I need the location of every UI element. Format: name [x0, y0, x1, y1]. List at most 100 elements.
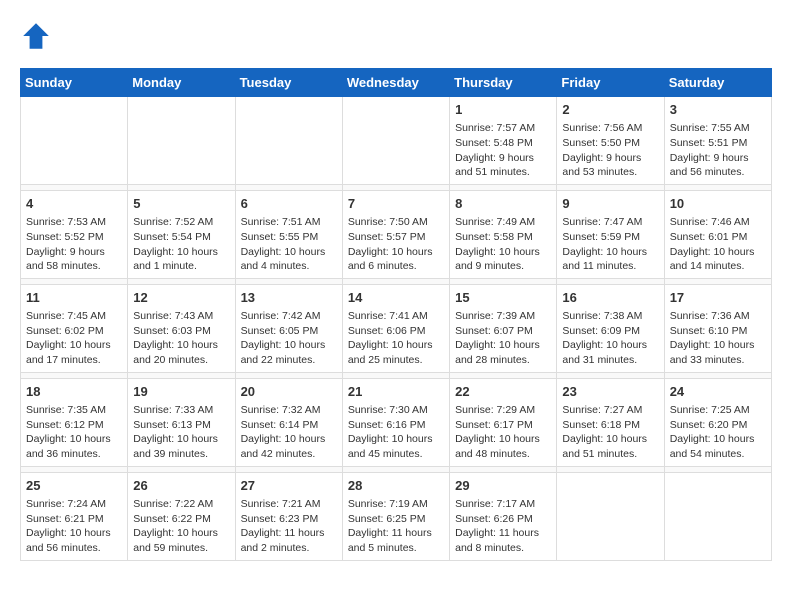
day-info: Sunrise: 7:56 AM Sunset: 5:50 PM Dayligh… [562, 121, 658, 180]
day-number: 21 [348, 383, 444, 401]
day-cell: 29Sunrise: 7:17 AM Sunset: 6:26 PM Dayli… [450, 472, 557, 560]
day-cell: 15 Sunrise: 7:39 AM Sunset: 6:07 PM Dayli… [450, 284, 557, 372]
week-row-1: 4 Sunrise: 7:53 AM Sunset: 5:52 PM Daylig… [21, 190, 772, 278]
day-number: 12 [133, 289, 229, 307]
day-info: Sunrise: 7:32 AM Sunset: 6:14 PM Dayligh… [241, 403, 337, 462]
calendar-header: Sunday Monday Tuesday Wednesday Thursday… [21, 69, 772, 97]
day-info: Sunrise: 7:46 AM Sunset: 6:01 PM Dayligh… [670, 215, 766, 274]
col-wednesday: Wednesday [342, 69, 449, 97]
day-info: Sunrise: 7:30 AM Sunset: 6:16 PM Dayligh… [348, 403, 444, 462]
day-info: Sunrise: 7:50 AM Sunset: 5:57 PM Dayligh… [348, 215, 444, 274]
day-info: Sunrise: 7:38 AM Sunset: 6:09 PM Dayligh… [562, 309, 658, 368]
day-info: Sunrise: 7:47 AM Sunset: 5:59 PM Dayligh… [562, 215, 658, 274]
day-info: Sunrise: 7:45 AM Sunset: 6:02 PM Dayligh… [26, 309, 122, 368]
day-info: Sunrise: 7:35 AM Sunset: 6:12 PM Dayligh… [26, 403, 122, 462]
day-info: Sunrise: 7:41 AM Sunset: 6:06 PM Dayligh… [348, 309, 444, 368]
day-number: 10 [670, 195, 766, 213]
day-info: Sunrise: 7:29 AM Sunset: 6:17 PM Dayligh… [455, 403, 551, 462]
day-cell: 9 Sunrise: 7:47 AM Sunset: 5:59 PM Daylig… [557, 190, 664, 278]
day-cell: 8 Sunrise: 7:49 AM Sunset: 5:58 PM Daylig… [450, 190, 557, 278]
day-number: 3 [670, 101, 766, 119]
logo-icon [20, 20, 52, 52]
day-cell [21, 97, 128, 185]
day-cell: 7 Sunrise: 7:50 AM Sunset: 5:57 PM Daylig… [342, 190, 449, 278]
day-cell: 18Sunrise: 7:35 AM Sunset: 6:12 PM Dayli… [21, 378, 128, 466]
day-info: Sunrise: 7:17 AM Sunset: 6:26 PM Dayligh… [455, 497, 551, 556]
day-number: 17 [670, 289, 766, 307]
day-cell: 25 Sunrise: 7:24 AM Sunset: 6:21 PM Dayli… [21, 472, 128, 560]
day-cell: 2 Sunrise: 7:56 AM Sunset: 5:50 PM Daylig… [557, 97, 664, 185]
day-cell: 19 Sunrise: 7:33 AM Sunset: 6:13 PM Dayli… [128, 378, 235, 466]
day-cell: 28Sunrise: 7:19 AM Sunset: 6:25 PM Dayli… [342, 472, 449, 560]
day-cell: 16 Sunrise: 7:38 AM Sunset: 6:09 PM Dayli… [557, 284, 664, 372]
day-number: 27 [241, 477, 337, 495]
day-cell: 26 Sunrise: 7:22 AM Sunset: 6:22 PM Dayli… [128, 472, 235, 560]
day-cell: 20 Sunrise: 7:32 AM Sunset: 6:14 PM Dayli… [235, 378, 342, 466]
day-number: 4 [26, 195, 122, 213]
day-cell: 12Sunrise: 7:43 AM Sunset: 6:03 PM Dayli… [128, 284, 235, 372]
day-cell: 6Sunrise: 7:51 AM Sunset: 5:55 PM Daylig… [235, 190, 342, 278]
day-number: 1 [455, 101, 551, 119]
day-info: Sunrise: 7:39 AM Sunset: 6:07 PM Dayligh… [455, 309, 551, 368]
day-cell [235, 97, 342, 185]
week-row-4: 25 Sunrise: 7:24 AM Sunset: 6:21 PM Dayli… [21, 472, 772, 560]
calendar-table: Sunday Monday Tuesday Wednesday Thursday… [20, 68, 772, 561]
day-cell: 27 Sunrise: 7:21 AM Sunset: 6:23 PM Dayli… [235, 472, 342, 560]
day-info: Sunrise: 7:57 AM Sunset: 5:48 PM Dayligh… [455, 121, 551, 180]
day-number: 2 [562, 101, 658, 119]
day-number: 8 [455, 195, 551, 213]
col-friday: Friday [557, 69, 664, 97]
day-cell: 13 Sunrise: 7:42 AM Sunset: 6:05 PM Dayli… [235, 284, 342, 372]
day-info: Sunrise: 7:22 AM Sunset: 6:22 PM Dayligh… [133, 497, 229, 556]
day-cell [128, 97, 235, 185]
day-info: Sunrise: 7:36 AM Sunset: 6:10 PM Dayligh… [670, 309, 766, 368]
day-cell: 5Sunrise: 7:52 AM Sunset: 5:54 PM Daylig… [128, 190, 235, 278]
logo [20, 20, 56, 52]
day-info: Sunrise: 7:55 AM Sunset: 5:51 PM Dayligh… [670, 121, 766, 180]
day-number: 20 [241, 383, 337, 401]
day-cell [342, 97, 449, 185]
col-monday: Monday [128, 69, 235, 97]
day-cell: 4 Sunrise: 7:53 AM Sunset: 5:52 PM Daylig… [21, 190, 128, 278]
day-info: Sunrise: 7:25 AM Sunset: 6:20 PM Dayligh… [670, 403, 766, 462]
day-cell [557, 472, 664, 560]
day-cell: 10 Sunrise: 7:46 AM Sunset: 6:01 PM Dayli… [664, 190, 771, 278]
day-info: Sunrise: 7:49 AM Sunset: 5:58 PM Dayligh… [455, 215, 551, 274]
day-number: 24 [670, 383, 766, 401]
day-cell: 21 Sunrise: 7:30 AM Sunset: 6:16 PM Dayli… [342, 378, 449, 466]
day-cell: 22 Sunrise: 7:29 AM Sunset: 6:17 PM Dayli… [450, 378, 557, 466]
day-number: 16 [562, 289, 658, 307]
col-thursday: Thursday [450, 69, 557, 97]
day-number: 19 [133, 383, 229, 401]
week-row-2: 11 Sunrise: 7:45 AM Sunset: 6:02 PM Dayli… [21, 284, 772, 372]
day-cell: 24 Sunrise: 7:25 AM Sunset: 6:20 PM Dayli… [664, 378, 771, 466]
day-number: 13 [241, 289, 337, 307]
day-number: 22 [455, 383, 551, 401]
day-cell: 3 Sunrise: 7:55 AM Sunset: 5:51 PM Daylig… [664, 97, 771, 185]
calendar-body: 1 Sunrise: 7:57 AM Sunset: 5:48 PM Daylig… [21, 97, 772, 561]
day-number: 14 [348, 289, 444, 307]
day-info: Sunrise: 7:33 AM Sunset: 6:13 PM Dayligh… [133, 403, 229, 462]
col-tuesday: Tuesday [235, 69, 342, 97]
day-cell [664, 472, 771, 560]
day-info: Sunrise: 7:24 AM Sunset: 6:21 PM Dayligh… [26, 497, 122, 556]
day-info: Sunrise: 7:52 AM Sunset: 5:54 PM Dayligh… [133, 215, 229, 274]
col-saturday: Saturday [664, 69, 771, 97]
day-number: 25 [26, 477, 122, 495]
day-info: Sunrise: 7:53 AM Sunset: 5:52 PM Dayligh… [26, 215, 122, 274]
day-info: Sunrise: 7:42 AM Sunset: 6:05 PM Dayligh… [241, 309, 337, 368]
header-row: Sunday Monday Tuesday Wednesday Thursday… [21, 69, 772, 97]
day-cell: 14 Sunrise: 7:41 AM Sunset: 6:06 PM Dayli… [342, 284, 449, 372]
day-info: Sunrise: 7:27 AM Sunset: 6:18 PM Dayligh… [562, 403, 658, 462]
day-number: 11 [26, 289, 122, 307]
col-sunday: Sunday [21, 69, 128, 97]
day-number: 7 [348, 195, 444, 213]
day-number: 23 [562, 383, 658, 401]
week-row-3: 18Sunrise: 7:35 AM Sunset: 6:12 PM Dayli… [21, 378, 772, 466]
day-number: 9 [562, 195, 658, 213]
day-number: 6 [241, 195, 337, 213]
day-cell: 17 Sunrise: 7:36 AM Sunset: 6:10 PM Dayli… [664, 284, 771, 372]
day-number: 26 [133, 477, 229, 495]
day-info: Sunrise: 7:21 AM Sunset: 6:23 PM Dayligh… [241, 497, 337, 556]
day-number: 15 [455, 289, 551, 307]
